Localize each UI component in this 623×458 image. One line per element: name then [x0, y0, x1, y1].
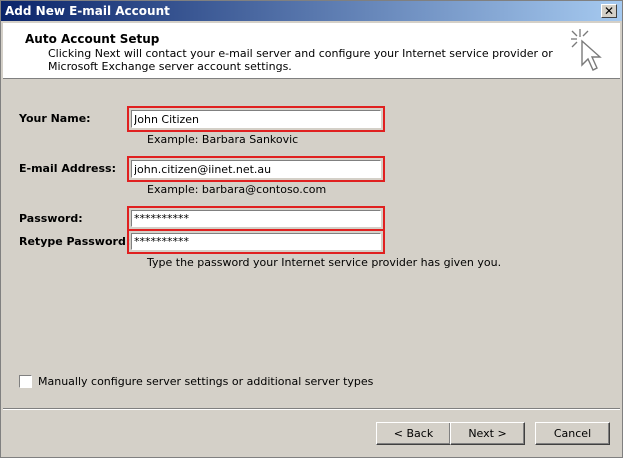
manual-config-row[interactable]: Manually configure server settings or ad… — [19, 375, 373, 388]
add-email-account-dialog: Add New E-mail Account ✕ Auto Account Se… — [0, 0, 623, 458]
email-address-label: E-mail Address: — [19, 162, 116, 175]
retype-password-label: Retype Password: — [19, 235, 131, 248]
password-field-highlight — [127, 206, 385, 231]
header-title: Auto Account Setup — [25, 32, 160, 46]
retype-password-input[interactable] — [131, 233, 381, 250]
email-field-highlight — [127, 156, 385, 182]
retype-password-field-highlight — [127, 229, 385, 254]
footer-separator — [3, 408, 620, 410]
header-description: Clicking Next will contact your e-mail s… — [48, 47, 553, 73]
email-address-input[interactable] — [131, 160, 381, 178]
back-button[interactable]: < Back — [376, 422, 451, 445]
cursor-sparkle-icon — [571, 29, 602, 71]
window-title: Add New E-mail Account — [5, 4, 170, 18]
password-input[interactable] — [131, 210, 381, 227]
cancel-button[interactable]: Cancel — [535, 422, 610, 445]
your-name-hint: Example: Barbara Sankovic — [147, 133, 299, 146]
email-address-hint: Example: barbara@contoso.com — [147, 183, 327, 196]
close-button[interactable]: ✕ — [601, 4, 617, 18]
header-panel: Auto Account Setup Clicking Next will co… — [3, 23, 620, 79]
your-name-field-highlight — [127, 106, 385, 132]
close-icon: ✕ — [603, 4, 615, 18]
manual-config-label[interactable]: Manually configure server settings or ad… — [38, 375, 373, 388]
title-bar: Add New E-mail Account ✕ — [1, 1, 622, 21]
password-hint: Type the password your Internet service … — [147, 256, 502, 269]
manual-config-checkbox[interactable] — [19, 375, 32, 388]
next-button[interactable]: Next > — [450, 422, 525, 445]
your-name-input[interactable] — [131, 110, 381, 128]
password-label: Password: — [19, 212, 83, 225]
your-name-label: Your Name: — [19, 112, 91, 125]
